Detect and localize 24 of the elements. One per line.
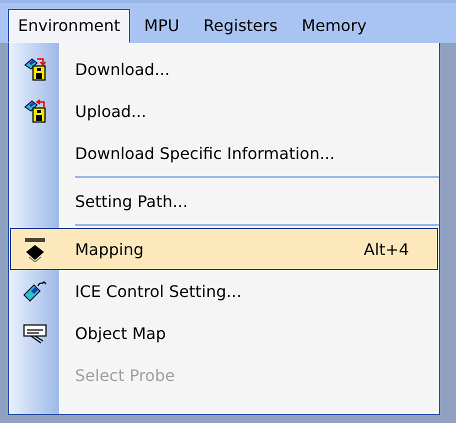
menu-item[interactable]: Upload... <box>10 90 438 132</box>
menu-item-label: Setting Path... <box>75 192 188 210</box>
device-icon <box>22 279 48 303</box>
chip-icon <box>23 236 47 262</box>
menu-item[interactable]: ICE Control Setting... <box>10 270 438 312</box>
menu-item-label: Select Probe <box>75 366 175 384</box>
menu-item-label: Download... <box>75 60 170 78</box>
menu-item-label: ICE Control Setting... <box>75 282 242 300</box>
menu-item-label: Mapping <box>75 240 144 258</box>
menu-item-label: Upload... <box>75 102 146 120</box>
menu-bar-item[interactable]: Environment <box>8 9 130 43</box>
menu-item[interactable]: Setting Path... <box>10 180 438 222</box>
floppy-disk-icon <box>23 57 47 81</box>
menu-bar-item[interactable]: Registers <box>193 9 288 43</box>
menu-item[interactable]: Object Map <box>10 312 438 354</box>
menu-item-label: Download Specific Information... <box>75 144 335 162</box>
menu-item-label: Object Map <box>75 324 166 342</box>
menu-item[interactable]: Download... <box>10 48 438 90</box>
menu-bar-item[interactable]: Memory <box>292 9 377 43</box>
menu-item[interactable]: Download Specific Information... <box>10 132 438 174</box>
menu-item[interactable]: Mapping Alt+4 <box>10 228 438 270</box>
menu-bar-item[interactable]: MPU <box>134 9 190 43</box>
shortcut-label: Alt+4 <box>364 240 409 258</box>
floppy-disk-icon <box>23 99 47 123</box>
